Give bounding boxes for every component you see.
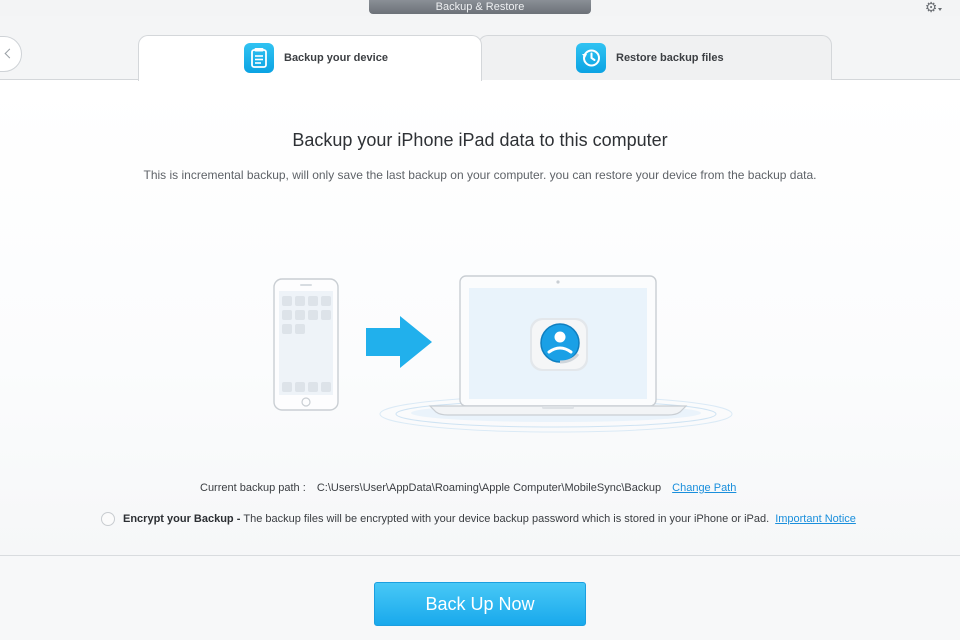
encrypt-backup-label: Encrypt your Backup - xyxy=(123,512,241,525)
window-title: Backup & Restore xyxy=(369,0,591,14)
gear-icon[interactable]: ⚙ xyxy=(922,0,940,14)
tab-backup-your-device[interactable]: Backup your device xyxy=(138,35,482,81)
encrypt-backup-description: The backup files will be encrypted with … xyxy=(243,512,770,525)
backup-path-value: C:\Users\User\AppData\Roaming\Apple Comp… xyxy=(316,482,662,494)
title-bar: Backup & Restore ⚙ xyxy=(0,0,960,16)
backup-illustration xyxy=(273,275,733,433)
tab-label: Backup your device xyxy=(284,52,388,64)
backup-path-label: Current backup path : xyxy=(200,482,306,494)
tab-label: Restore backup files xyxy=(616,52,724,64)
encrypt-backup-row: Encrypt your Backup - The backup files wi… xyxy=(101,512,856,526)
backup-document-icon xyxy=(244,43,274,73)
page-title: Backup your iPhone iPad data to this com… xyxy=(292,130,668,150)
backup-path-row: Current backup path : C:\Users\User\AppD… xyxy=(200,482,736,494)
tab-restore-backup-files[interactable]: Restore backup files xyxy=(478,35,832,80)
change-path-link[interactable]: Change Path xyxy=(672,482,736,494)
arrow-right-icon xyxy=(366,316,432,368)
chevron-down-icon[interactable] xyxy=(938,8,942,11)
encrypt-backup-checkbox[interactable] xyxy=(101,512,115,526)
page-description: This is incremental backup, will only sa… xyxy=(143,168,817,182)
phone-icon xyxy=(273,278,339,411)
important-notice-link[interactable]: Important Notice xyxy=(775,513,856,525)
back-up-now-button[interactable]: Back Up Now xyxy=(374,582,586,626)
app-logo-icon xyxy=(530,318,588,371)
restore-clock-icon xyxy=(576,43,606,73)
